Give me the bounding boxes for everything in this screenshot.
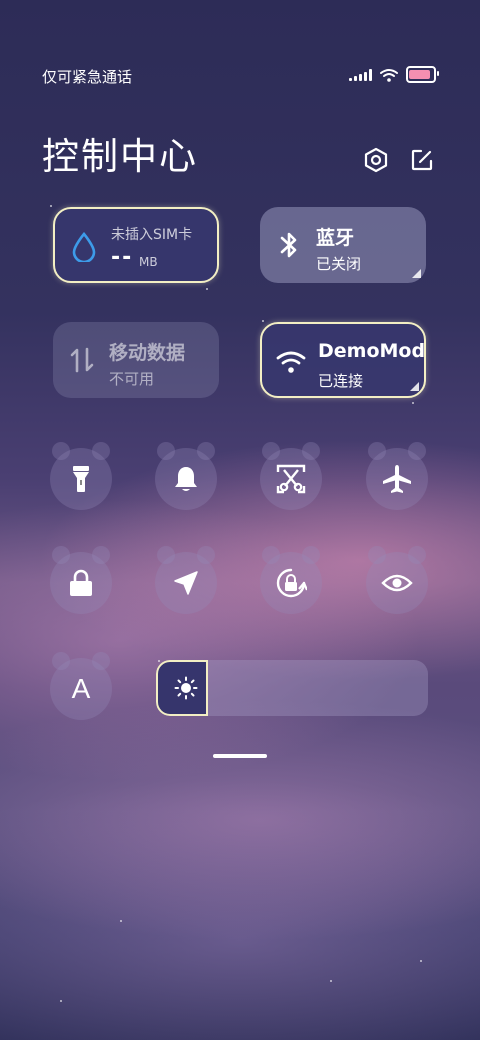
carrier-text: 仅可紧急通话 <box>42 68 133 86</box>
eye-icon <box>381 574 413 592</box>
airplane-mode-toggle[interactable] <box>366 442 428 510</box>
home-indicator[interactable] <box>213 754 267 758</box>
mobile-data-label: 移动数据 <box>109 342 186 364</box>
bell-icon <box>175 467 197 491</box>
sparkle <box>158 660 160 662</box>
mobile-data-status: 不可用 <box>109 370 155 388</box>
wifi-status-icon <box>380 68 398 82</box>
scissors-icon <box>276 464 306 494</box>
lock-icon <box>70 569 92 596</box>
expand-corner-icon <box>412 269 421 278</box>
status-bar: 仅可紧急通话 <box>0 60 480 92</box>
bluetooth-icon <box>274 229 304 261</box>
mobile-data-tile[interactable]: 移动数据 不可用 <box>53 322 219 398</box>
sun-icon <box>174 676 198 700</box>
edit-button[interactable] <box>406 144 438 176</box>
brightness-slider[interactable] <box>156 660 428 716</box>
bluetooth-tile[interactable]: 蓝牙 已关闭 <box>260 207 426 283</box>
wifi-icon <box>276 346 306 378</box>
data-usage-tile[interactable]: 未插入SIM卡 -- MB <box>53 207 219 283</box>
wifi-status: 已连接 <box>318 372 364 390</box>
flashlight-icon <box>73 466 89 492</box>
sparkle <box>206 288 208 290</box>
sparkle <box>420 960 422 962</box>
wifi-tile[interactable]: DemoMode 已连接 <box>260 322 426 398</box>
location-toggle[interactable] <box>155 546 217 614</box>
signal-icon <box>349 68 372 81</box>
water-drop-icon <box>69 231 99 263</box>
location-arrow-icon <box>174 571 198 595</box>
battery-level <box>409 70 430 79</box>
letter-a-icon: A <box>71 673 91 704</box>
page-title: 控制中心 <box>42 135 198 178</box>
status-icons <box>349 66 439 83</box>
wifi-network-name: DemoMode <box>318 340 426 362</box>
data-usage-value: -- <box>111 245 134 270</box>
reading-mode-toggle[interactable] <box>366 546 428 614</box>
settings-button[interactable] <box>360 144 392 176</box>
settings-hexagon-icon <box>364 147 388 173</box>
expand-corner-icon <box>410 382 419 391</box>
bluetooth-status: 已关闭 <box>316 255 362 273</box>
auto-brightness-toggle[interactable]: A <box>50 652 112 720</box>
rotation-lock-icon <box>276 568 307 598</box>
lock-screen-toggle[interactable] <box>50 546 112 614</box>
rotation-lock-toggle[interactable] <box>260 546 322 614</box>
sparkle <box>412 402 414 404</box>
sparkle <box>50 205 52 207</box>
sparkle <box>120 920 122 922</box>
battery-icon <box>406 66 439 83</box>
flashlight-toggle[interactable] <box>50 442 112 510</box>
sparkle <box>60 1000 62 1002</box>
edit-icon <box>411 149 433 171</box>
data-usage-unit: MB <box>139 255 158 269</box>
screenshot-toggle[interactable] <box>260 442 322 510</box>
ringtone-toggle[interactable] <box>155 442 217 510</box>
data-arrows-icon <box>67 344 97 376</box>
sim-status: 未插入SIM卡 <box>111 227 193 243</box>
sparkle <box>262 320 264 322</box>
sparkle <box>330 980 332 982</box>
airplane-icon <box>383 465 411 493</box>
bluetooth-label: 蓝牙 <box>316 227 355 249</box>
